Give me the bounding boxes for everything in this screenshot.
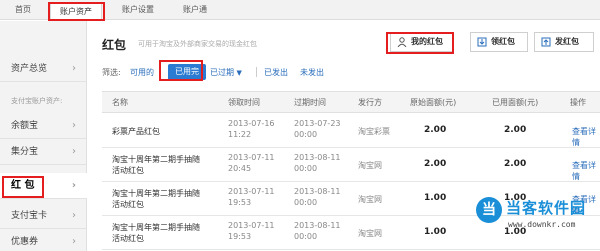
sidebar-item-alipay-card[interactable]: 支付宝卡 ›: [0, 203, 87, 229]
receive-icon: [477, 37, 487, 47]
my-red-packets-label: 我的红包: [411, 37, 443, 46]
received-time: 11:22: [228, 130, 252, 139]
table-row: 彩票产品红包 2013-07-16 11:22 2013-07-23 00:00…: [102, 114, 600, 148]
sidebar-item-overview[interactable]: 资产总览 ›: [0, 56, 87, 82]
sidebar-item-coupons[interactable]: 优惠券 ›: [0, 229, 87, 251]
sidebar-item-label: 余额宝: [11, 121, 39, 131]
chevron-right-icon: ›: [72, 210, 76, 221]
original-amount: 1.00: [424, 227, 447, 237]
original-amount: 2.00: [424, 159, 447, 169]
top-nav-bar: 首页 账户资产 账户设置 账户通: [0, 0, 600, 20]
chevron-right-icon: ›: [72, 236, 76, 247]
column-header-original: 原始面额(元): [410, 98, 457, 107]
send-red-packet-button[interactable]: 发红包: [534, 32, 594, 52]
expiry-time: 00:00: [294, 198, 318, 207]
table-header: 名称 领取时间 过期时间 发行方 原始面额(元) 已用面额(元) 操作: [102, 91, 600, 113]
filter-available[interactable]: 可用的: [130, 67, 154, 78]
expiry-date: 2013-08-11: [294, 153, 341, 162]
filter-label: 筛选:: [102, 68, 121, 77]
red-packet-name: 淘宝十周年第二期手抽随活动红包: [112, 223, 200, 243]
column-header-issuer: 发行方: [358, 98, 382, 107]
sidebar-item-label: 支付宝卡: [11, 211, 48, 221]
column-header-received: 领取时间: [228, 98, 260, 107]
column-header-action: 操作: [570, 98, 586, 107]
expiry-time: 00:00: [294, 130, 318, 139]
filter-divider: [256, 67, 257, 77]
filter-used-up[interactable]: 已用完: [168, 64, 206, 80]
view-details-link[interactable]: 查看详情: [572, 126, 600, 148]
sidebar-item-red-packet[interactable]: 红 包 ›: [0, 173, 87, 199]
used-amount: 2.00: [504, 125, 527, 135]
tab-account-link[interactable]: 账户通: [172, 2, 218, 19]
site-watermark: 当 当客软件园 www.downkr.com: [476, 197, 598, 249]
column-header-expires: 过期时间: [294, 98, 326, 107]
get-red-packet-label: 领红包: [491, 37, 515, 46]
sidebar-item-jifenbao[interactable]: 集分宝 ›: [0, 139, 87, 165]
send-red-packet-label: 发红包: [555, 37, 579, 46]
issuer: 淘宝网: [358, 161, 382, 170]
original-amount: 1.00: [424, 193, 447, 203]
red-packet-name: 淘宝十周年第二期手抽随活动红包: [112, 189, 200, 209]
expiry-time: 00:00: [294, 164, 318, 173]
watermark-logo-icon: 当: [476, 197, 502, 223]
my-red-packets-button[interactable]: 我的红包: [390, 32, 454, 52]
table-row: 淘宝十周年第二期手抽随活动红包 2013-07-11 20:45 2013-08…: [102, 148, 600, 182]
expiry-time: 00:00: [294, 232, 318, 241]
get-red-packet-button[interactable]: 领红包: [470, 32, 528, 52]
column-header-used: 已用面额(元): [492, 98, 539, 107]
red-packet-name: 彩票产品红包: [112, 127, 160, 136]
page-subtitle: 可用于淘宝及外部商家交易的现金红包: [138, 40, 257, 48]
chevron-right-icon: ›: [72, 146, 76, 157]
expiry-date: 2013-07-23: [294, 119, 341, 128]
chevron-right-icon: ›: [71, 180, 76, 191]
user-icon: [397, 37, 407, 47]
sidebar-section-label: 支付宝账户资产:: [11, 97, 63, 105]
watermark-url: www.downkr.com: [508, 220, 576, 229]
received-date: 2013-07-11: [228, 221, 275, 230]
issuer: 淘宝网: [358, 229, 382, 238]
tab-account-assets[interactable]: 账户资产: [50, 3, 102, 20]
received-date: 2013-07-16: [228, 119, 275, 128]
caret-down-icon: ▼: [236, 69, 242, 77]
filter-bar: 筛选: 可用的 已用完 已过期 ▼ 已发出 未发出: [102, 64, 592, 80]
send-icon: [541, 37, 551, 47]
tab-home[interactable]: 首页: [6, 2, 40, 19]
red-packet-name: 淘宝十周年第二期手抽随活动红包: [112, 155, 200, 175]
chevron-right-icon: ›: [72, 63, 76, 74]
used-amount: 2.00: [504, 159, 527, 169]
issuer: 淘宝彩票: [358, 127, 390, 136]
expiry-date: 2013-08-11: [294, 187, 341, 196]
sidebar-item-label: 红 包: [11, 180, 35, 191]
original-amount: 2.00: [424, 125, 447, 135]
page-title: 红包: [102, 38, 127, 52]
expiry-date: 2013-08-11: [294, 221, 341, 230]
received-time: 19:53: [228, 232, 252, 241]
received-date: 2013-07-11: [228, 187, 275, 196]
sidebar: 资产总览 › 支付宝账户资产: 余额宝 › 集分宝 › 红 包 › 支付宝卡 ›…: [0, 21, 87, 251]
filter-sent[interactable]: 已发出: [264, 67, 288, 78]
received-time: 19:53: [228, 198, 252, 207]
tab-account-settings[interactable]: 账户设置: [112, 2, 164, 19]
sidebar-item-label: 资产总览: [11, 64, 48, 74]
sidebar-item-label: 优惠券: [11, 237, 39, 247]
view-details-link[interactable]: 查看详情: [572, 160, 600, 182]
watermark-text: 当客软件园: [506, 199, 587, 217]
sidebar-item-yuebao[interactable]: 余额宝 ›: [0, 113, 87, 139]
filter-expired-label: 已过期: [210, 68, 234, 77]
issuer: 淘宝网: [358, 195, 382, 204]
sidebar-item-label: 集分宝: [11, 147, 39, 157]
chevron-right-icon: ›: [72, 120, 76, 131]
filter-unsent[interactable]: 未发出: [300, 67, 324, 78]
column-header-name: 名称: [112, 98, 128, 107]
received-time: 20:45: [228, 164, 252, 173]
filter-expired[interactable]: 已过期 ▼: [210, 67, 242, 78]
received-date: 2013-07-11: [228, 153, 275, 162]
